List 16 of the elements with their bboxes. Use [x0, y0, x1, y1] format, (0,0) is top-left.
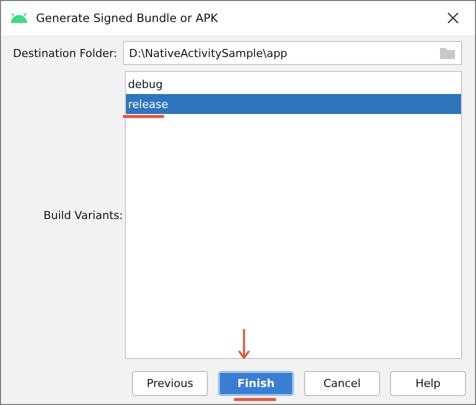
- folder-field[interactable]: D:\NativeActivitySample\app: [123, 41, 462, 65]
- arrow-annotation: [238, 329, 250, 359]
- close-icon: [447, 12, 459, 24]
- dialog-button[interactable]: Cancel: [304, 371, 380, 396]
- underline-mark: [123, 115, 164, 118]
- field-label: Build Variants:: [42, 208, 124, 222]
- dialog-button[interactable]: Finish: [218, 371, 294, 396]
- list-item[interactable]: debug: [126, 74, 461, 94]
- android-icon: [10, 13, 28, 23]
- window-title: Generate Signed Bundle or APK: [36, 11, 219, 25]
- folder-icon[interactable]: [440, 47, 456, 59]
- dialog-button[interactable]: Previous: [132, 371, 208, 396]
- underline-mark: [234, 398, 276, 401]
- variants-list[interactable]: debug release: [125, 71, 462, 359]
- dialog-button[interactable]: Help: [390, 371, 466, 396]
- field-label: Destination Folder:: [13, 46, 118, 60]
